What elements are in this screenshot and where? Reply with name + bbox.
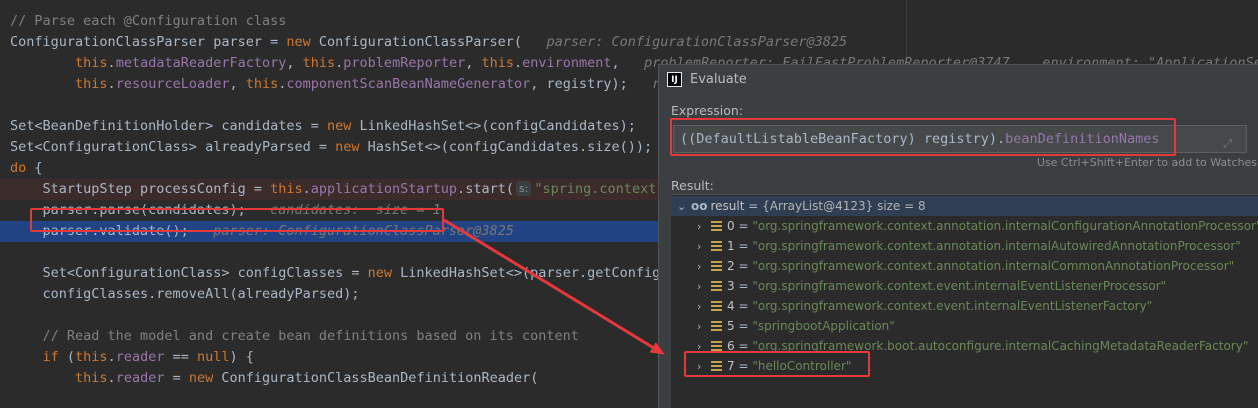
annotation-arrow bbox=[443, 218, 665, 355]
arrow-line bbox=[443, 218, 665, 355]
